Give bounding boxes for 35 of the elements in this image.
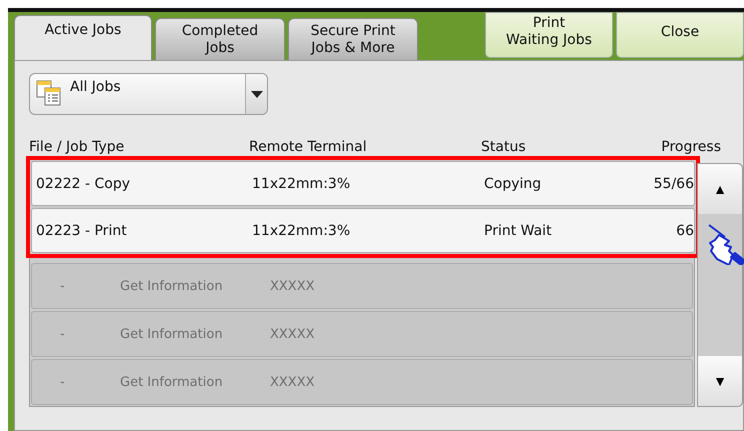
tab[interactable]: Completed Jobs (155, 18, 285, 60)
table-cell-text: Get Information (120, 278, 224, 294)
table-cell-text: - (60, 374, 66, 390)
column-header: Progress (660, 139, 721, 155)
column-header: Status (481, 139, 527, 155)
table-cell-text: Copying (484, 176, 542, 192)
column-header: File / Job Type (29, 139, 126, 155)
job-row[interactable]: 02222 - Copy 11x22mm:3% Copying 55/66 (31, 161, 695, 206)
scroll-up-button[interactable]: ▲ (698, 164, 742, 214)
column-header: Remote Terminal (249, 139, 368, 155)
table-cell-text: XXXXX (270, 374, 316, 390)
scroll-down-button[interactable]: ▼ (698, 356, 742, 406)
tab[interactable]: Active Jobs (14, 15, 152, 60)
filter-dropdown[interactable]: All Jobs (29, 73, 268, 115)
action-button[interactable]: Print Waiting Jobs (485, 12, 613, 58)
table-cell-text: 02223 - Print (36, 222, 128, 238)
job-list-icon (36, 79, 62, 107)
table-cell-text: Print Wait (484, 222, 553, 238)
table-cell-text: XXXXX (270, 278, 316, 294)
table-cell-text: 55/66 (652, 176, 694, 192)
job-row[interactable]: 02223 - Print 11x22mm:3% Print Wait 66 (31, 208, 695, 253)
table-cell-text: 02222 - Copy (36, 176, 132, 192)
tab[interactable]: Secure Print Jobs & More (288, 18, 418, 60)
table-cell-text: Get Information (120, 326, 224, 342)
dropdown-button[interactable] (245, 74, 267, 114)
close-button[interactable]: Close (616, 12, 744, 58)
table-cell-text: 11x22mm:3% (252, 222, 352, 238)
table-cell-text: 66 (675, 222, 694, 238)
table-cell-text: Get Information (120, 374, 224, 390)
caret-icon (250, 90, 262, 98)
dropdown-value: All Jobs (70, 79, 121, 95)
table-cell-text: - (60, 326, 66, 342)
table-cell-text: 11x22mm:3% (252, 176, 352, 192)
table-cell-text: - (60, 278, 66, 294)
table-cell-text: XXXXX (270, 326, 316, 342)
